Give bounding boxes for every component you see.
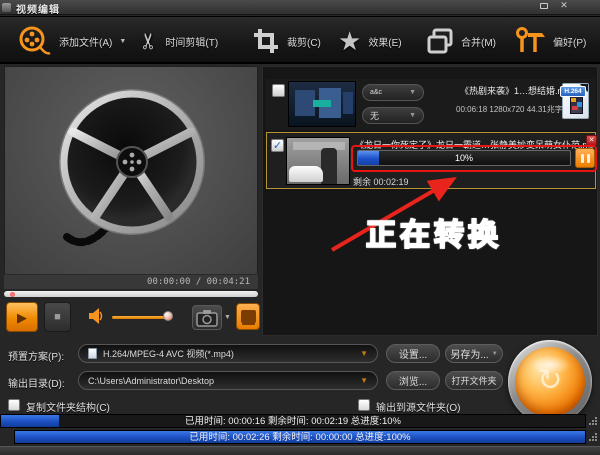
resize-grip-icon [589,433,598,442]
seek-handle[interactable] [10,292,15,297]
convert-button-face: ↻ [515,347,585,417]
toolbar-crop[interactable]: 裁剪(C) [252,17,321,65]
video-preview-panel [4,66,258,276]
chevron-down-icon: ▼ [492,351,498,357]
tools-icon [514,26,546,56]
remove-item-button[interactable]: ✕ [586,135,597,146]
total-progress-text: 已用时间: 00:02:26 剩余时间: 00:00:00 总进度:100% [15,431,585,443]
toolbar-label: 裁剪(C) [287,34,321,49]
open-folder-button[interactable]: 打开文件夹 [445,371,503,390]
output-to-source-label: 输出到源文件夹(O) [376,399,460,414]
progress-percent-label: 10% [358,151,570,165]
chevron-down-icon: ▼ [360,376,368,385]
app-icon [2,3,11,12]
toolbar-label: 偏好(P) [553,34,586,49]
snapshot-button[interactable] [192,305,222,330]
document-icon [88,348,97,359]
star-icon: ★ [338,26,361,57]
output-dir-value: C:\Users\Administrator\Desktop [88,376,354,386]
media-library-button[interactable] [236,303,260,330]
save-as-button[interactable]: 另存为... ▼ [445,344,503,363]
toolbar-add-files[interactable]: 添加文件(A) ▼ [16,17,126,65]
close-button[interactable]: ✕ [556,0,572,11]
copy-structure-checkbox[interactable] [8,399,20,411]
playback-time-strip: 00:00:00 / 00:04:21 [4,274,258,289]
preset-dropdown[interactable]: H.264/MPEG-4 AVC 视频(*.mp4) ▼ [78,344,378,363]
volume-handle[interactable] [163,311,173,321]
remaining-time: 剩余 00:02:19 [353,175,409,188]
check-icon: ✓ [273,140,282,152]
item1-thumbnail [288,81,356,127]
toolbar-preferences[interactable]: 偏好(P) [514,17,586,65]
crop-icon [252,27,280,55]
pause-button[interactable] [575,148,595,168]
pause-icon [581,154,584,163]
convert-button[interactable]: ↻ [508,340,592,424]
window-bottom-edge [0,446,600,455]
restore-icon [540,3,548,9]
chevron-down-icon: ▼ [409,89,416,96]
output-to-source-checkbox[interactable] [358,399,370,411]
current-task-progress-text: 已用时间: 00:00:16 剩余时间: 00:02:19 总进度:10% [1,415,585,427]
merge-icon [426,27,454,55]
list-item-selected[interactable]: ✓ 《龙日一你死定了》龙日一霸道…张静美妙变呆萌女仆范.mp4 ✕ 10% 剩余… [266,132,596,189]
preset-value: H.264/MPEG-4 AVC 视频(*.mp4) [103,347,354,360]
speaker-icon[interactable] [86,306,106,326]
titlebar[interactable]: 视频编辑 ✕ [0,0,600,15]
toolbar-label: 合并(M) [461,34,496,49]
window-title: 视频编辑 [16,1,60,16]
volume-slider[interactable] [112,316,170,319]
item2-thumbnail [286,137,350,185]
save-as-label: 另存为... [450,346,488,361]
output-dir-dropdown[interactable]: C:\Users\Administrator\Desktop ▼ [78,371,378,390]
subtitle-dropdown[interactable]: 无 ▼ [362,107,424,124]
film-reel-icon [16,25,52,57]
playback-time: 00:00:00 / 00:04:21 [147,277,250,287]
resize-grip-icon [589,417,598,426]
audio-track-dropdown[interactable]: a&c ▼ [362,84,424,101]
film-icon [241,310,256,323]
camera-icon [193,306,221,329]
list-item[interactable]: a&c ▼ 无 ▼ 《热剧来袭》1…想结婚.mp4 00:06:18 1280x… [266,79,596,130]
total-progress-bar: 已用时间: 00:02:26 剩余时间: 00:00:00 总进度:100% [14,430,586,444]
current-task-progress-bar: 已用时间: 00:00:16 剩余时间: 00:02:19 总进度:10% [0,414,586,428]
browse-button[interactable]: 浏览... [386,371,440,390]
subtitle-value: 无 [370,109,379,122]
gloss-highlight [529,355,571,375]
toolbar-label: 效果(E) [368,34,401,49]
transport-controls: ▶ ■ ▼ [0,300,262,336]
item1-checkbox[interactable] [272,84,285,97]
scissors-icon: ✂ [136,32,162,50]
app-window: 视频编辑 ✕ 添加文件(A) ▼ ✂ 时间剪辑(T) 裁剪(C) [0,0,600,455]
play-button[interactable]: ▶ [6,302,38,332]
format-badge: H.264 [560,86,586,97]
toolbar: 添加文件(A) ▼ ✂ 时间剪辑(T) 裁剪(C) ★ 效果(E) 合并(M) [0,16,600,64]
toolbar-label: 添加文件(A) [59,34,112,49]
item2-progress-bar: 10% [357,150,571,166]
h264-file-icon: H.264 [562,83,589,119]
toolbar-label: 时间剪辑(T) [165,34,218,49]
film-reel-graphic [37,77,227,267]
stop-button[interactable]: ■ [44,302,71,332]
toolbar-time-cut[interactable]: ✂ 时间剪辑(T) [140,17,218,65]
audio-track-value: a&c [370,89,382,96]
chevron-down-icon: ▼ [360,349,368,358]
toolbar-effects[interactable]: ★ 效果(E) [338,17,402,65]
settings-button[interactable]: 设置... [386,344,440,363]
output-dir-label: 输出目录(D): [8,375,65,390]
snapshot-menu-arrow[interactable]: ▼ [224,314,231,321]
toolbar-merge[interactable]: 合并(M) [426,17,496,65]
chevron-down-icon: ▼ [409,112,416,119]
item2-checkbox[interactable]: ✓ [271,139,284,152]
preset-label: 预置方案(P): [8,348,64,363]
restore-button[interactable] [536,0,552,11]
copy-structure-label: 复制文件夹结构(C) [26,399,110,414]
seek-bar[interactable] [4,291,258,297]
chevron-down-icon: ▼ [119,38,126,45]
